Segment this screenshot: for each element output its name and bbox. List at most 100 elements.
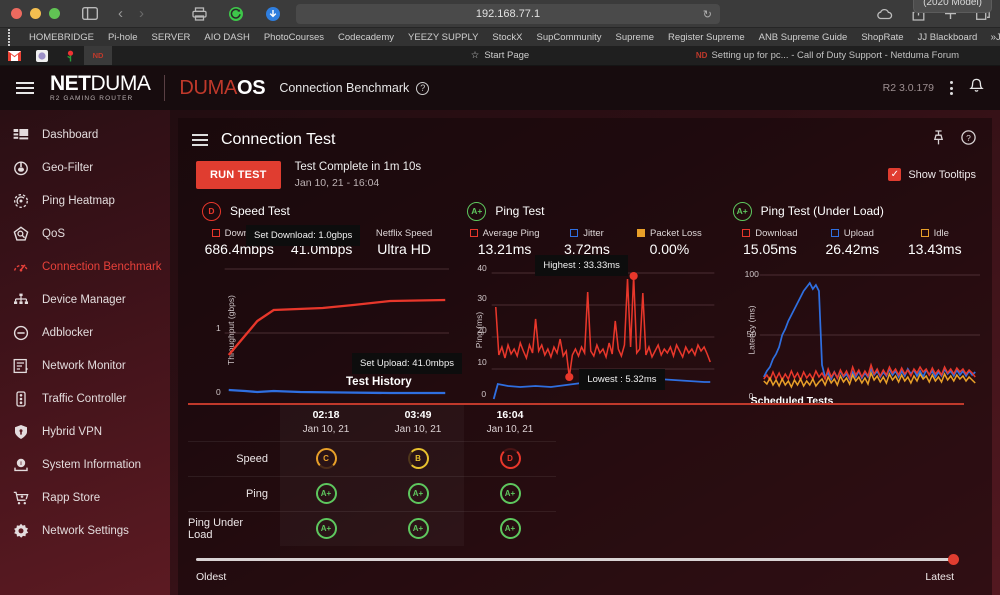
- ping-load-legend: Download 15.05ms Upload 26.42ms Idle 13.…: [725, 221, 980, 257]
- jitter-swatch: [570, 229, 579, 238]
- sidebar-item-label: Traffic Controller: [42, 392, 127, 405]
- table-row: A+: [464, 475, 556, 511]
- sidebar-item-connection-benchmark[interactable]: Connection Benchmark: [0, 250, 170, 283]
- chart-title: Speed Test: [230, 204, 290, 219]
- legend-label: Average Ping: [482, 227, 540, 239]
- chart-title: Ping Test (Under Load): [760, 204, 884, 219]
- sidebar-item-hybrid-vpn[interactable]: Hybrid VPN: [0, 415, 170, 448]
- sidebar-item-qos[interactable]: QoS: [0, 217, 170, 250]
- run-test-button[interactable]: RUN TEST: [196, 160, 281, 189]
- app-menu-icon[interactable]: [16, 82, 34, 94]
- bookmark-anb-supreme-guide[interactable]: ANB Supreme Guide: [752, 32, 855, 43]
- connection-test-panel: Connection Test ? RUN TEST Test Complete…: [178, 118, 992, 595]
- download-icon[interactable]: [265, 6, 281, 22]
- load-upload-value: 26.42ms: [825, 240, 880, 257]
- slider-knob[interactable]: [948, 554, 959, 565]
- window-traffic-lights[interactable]: [0, 8, 60, 19]
- bookmark-aio-dash[interactable]: AIO DASH: [197, 32, 256, 43]
- status-badge: D: [202, 201, 221, 221]
- favicon-netduma[interactable]: ND: [84, 46, 112, 65]
- table-row: A+: [372, 475, 464, 511]
- forward-arrow-icon[interactable]: ›: [139, 5, 144, 22]
- sidebar-item-system-information[interactable]: i System Information: [0, 448, 170, 481]
- reload-icon[interactable]: ↻: [703, 8, 712, 21]
- back-arrow-icon[interactable]: ‹: [118, 5, 123, 22]
- slider-track[interactable]: [196, 554, 959, 565]
- cloud-icon[interactable]: [876, 8, 893, 20]
- sidebar-item-label: Network Settings: [42, 524, 129, 537]
- print-icon[interactable]: [192, 6, 207, 21]
- benchmark-icon: [12, 258, 29, 275]
- bookmark-homebridge[interactable]: HOMEBRIDGE: [22, 32, 101, 43]
- maximize-window-button[interactable]: [49, 8, 60, 19]
- bookmarks-overflow-button[interactable]: »: [985, 31, 996, 43]
- favicon-pihole[interactable]: [56, 46, 84, 65]
- help-circle-icon[interactable]: ?: [416, 81, 430, 95]
- refresh-circle-icon[interactable]: [228, 6, 244, 22]
- bookmark-supcommunity[interactable]: SupCommunity: [530, 32, 609, 43]
- bookmark-codecademy[interactable]: Codecademy: [331, 32, 401, 43]
- geofilter-icon: [12, 159, 29, 176]
- history-column-header: 16:04 Jan 10, 21: [464, 405, 556, 441]
- pin-icon[interactable]: [932, 130, 945, 150]
- bookmark-jj-blackboard[interactable]: JJ Blackboard: [911, 32, 985, 43]
- table-row: A+: [464, 510, 556, 546]
- tooltip-set-download: Set Download: 1.0gbps: [246, 224, 361, 246]
- overflow-menu-icon[interactable]: [950, 81, 953, 95]
- sidebar-item-device-manager[interactable]: Device Manager: [0, 283, 170, 316]
- active-tab[interactable]: ND Setting up for pc... - Call of Duty S…: [655, 46, 1000, 65]
- minimize-window-button[interactable]: [30, 8, 41, 19]
- sidebar-item-dashboard[interactable]: Dashboard: [0, 118, 170, 151]
- sidebar-item-ping-heatmap[interactable]: Ping Heatmap: [0, 184, 170, 217]
- address-bar[interactable]: 192.168.77.1 ↻: [296, 4, 720, 24]
- favicon-server[interactable]: [28, 46, 56, 65]
- close-window-button[interactable]: [11, 8, 22, 19]
- bookmark-yeezy-supply[interactable]: YEEZY SUPPLY: [401, 32, 485, 43]
- firmware-version: R2 3.0.179: [882, 82, 934, 94]
- gear-icon: [12, 522, 29, 539]
- bookmarks-bar: HOMEBRIDGE Pi-hole SERVER AIO DASH Photo…: [0, 28, 1000, 46]
- show-tooltips-checkbox[interactable]: ✓: [888, 168, 902, 182]
- sidebar-toggle-icon[interactable]: [82, 7, 98, 20]
- legend-load-download: Download 15.05ms: [729, 228, 811, 257]
- history-column-header: 03:49 Jan 10, 21: [372, 405, 464, 441]
- sidebar-item-network-monitor[interactable]: Network Monitor: [0, 349, 170, 382]
- favicon-gmail[interactable]: [0, 46, 28, 65]
- sidebar-item-label: Connection Benchmark: [42, 260, 162, 273]
- sidebar-item-label: Rapp Store: [42, 491, 101, 504]
- app-header: NETDUMA R2 GAMING ROUTER DUMAOS Connecti…: [0, 66, 1000, 110]
- bookmark-photocourses[interactable]: PhotoCourses: [257, 32, 331, 43]
- dumaos-os: OS: [237, 76, 266, 99]
- bookmark-stockx[interactable]: StockX: [485, 32, 529, 43]
- apps-grid-icon[interactable]: [8, 28, 10, 46]
- model-tooltip: (2020 Model): [913, 0, 992, 13]
- history-slider[interactable]: Oldest Latest: [178, 554, 978, 583]
- history-column-2[interactable]: 03:49 Jan 10, 21 B A+ A+: [372, 405, 464, 546]
- sidebar-item-traffic-controller[interactable]: Traffic Controller: [0, 382, 170, 415]
- notifications-bell-icon[interactable]: [969, 78, 984, 99]
- legend-load-idle: Idle 13.43ms: [894, 228, 976, 257]
- start-page-label: Start Page: [484, 50, 530, 61]
- row-label-ping-under-load: Ping Under Load: [188, 510, 280, 546]
- sidebar-item-network-settings[interactable]: Network Settings: [0, 514, 170, 547]
- legend-load-upload: Upload 26.42ms: [811, 228, 893, 257]
- bookmark-shoprate[interactable]: ShopRate: [854, 32, 910, 43]
- chart-title: Ping Test: [495, 204, 545, 219]
- bookmark-server[interactable]: SERVER: [145, 32, 198, 43]
- sidebar-item-label: Ping Heatmap: [42, 194, 115, 207]
- dumaos-duma: DUMA: [179, 76, 238, 99]
- bookmark-pihole[interactable]: Pi-hole: [101, 32, 145, 43]
- sidebar-item-adblocker[interactable]: Adblocker: [0, 316, 170, 349]
- bookmark-supreme[interactable]: Supreme: [608, 32, 661, 43]
- sidebar-item-label: QoS: [42, 227, 66, 240]
- history-column-1[interactable]: 02:18 Jan 10, 21 C A+ A+: [280, 405, 372, 546]
- sidebar-item-geo-filter[interactable]: Geo-Filter: [0, 151, 170, 184]
- bookmark-register-supreme[interactable]: Register Supreme: [661, 32, 752, 43]
- history-column-3[interactable]: 16:04 Jan 10, 21 D A+ A+: [464, 405, 556, 546]
- show-tooltips-toggle[interactable]: ✓ Show Tooltips: [888, 168, 976, 182]
- sidebar-item-rapp-store[interactable]: Rapp Store: [0, 481, 170, 514]
- panel-menu-icon[interactable]: [192, 134, 208, 146]
- help-circle-icon[interactable]: ?: [961, 130, 976, 150]
- history-col-time: 16:04: [496, 409, 524, 422]
- browser-nav-arrows[interactable]: ‹ ›: [118, 5, 144, 22]
